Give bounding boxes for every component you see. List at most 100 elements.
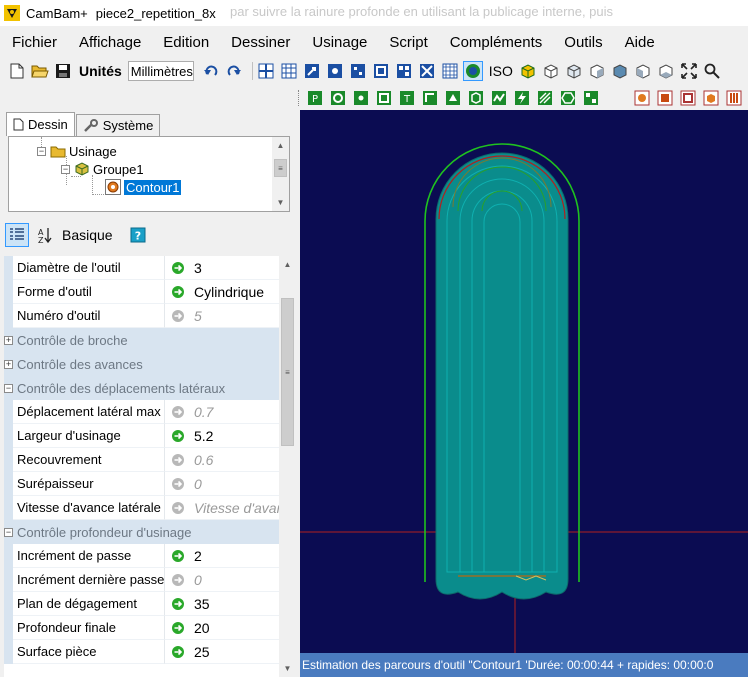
property-value[interactable]: 0 bbox=[165, 472, 279, 496]
view-front-icon[interactable] bbox=[565, 62, 583, 80]
lathe-op-icon[interactable] bbox=[421, 89, 439, 107]
tree-scrollbar[interactable]: ▲ ≡ ▼ bbox=[272, 137, 289, 211]
pocket-op-icon[interactable] bbox=[329, 89, 347, 107]
expand-icon[interactable]: + bbox=[4, 359, 13, 369]
view-side-icon[interactable] bbox=[588, 62, 606, 80]
sort-alphabetical-icon[interactable]: AZ bbox=[34, 224, 56, 246]
collapse-toggle-icon[interactable]: − bbox=[61, 164, 70, 174]
collapse-toggle-icon[interactable]: − bbox=[37, 146, 46, 156]
hatch-op-icon[interactable] bbox=[536, 89, 554, 107]
show-grid-icon[interactable] bbox=[441, 62, 459, 80]
view-back-icon[interactable] bbox=[611, 62, 629, 80]
property-row[interactable]: Surface pièce 25 bbox=[4, 640, 279, 664]
help-icon[interactable]: ? bbox=[127, 224, 149, 246]
units-select[interactable]: Millimètres▼ bbox=[127, 61, 194, 81]
scroll-up-icon[interactable]: ▲ bbox=[279, 256, 296, 273]
property-row[interactable]: Plan de dégagement 35 bbox=[4, 592, 279, 616]
property-value[interactable]: 35 bbox=[165, 592, 279, 616]
property-row[interactable]: Vitesse d'avance latérale Vitesse d'avanc… bbox=[4, 496, 279, 520]
property-row[interactable]: Surépaisseur 0 bbox=[4, 472, 279, 496]
grid-icon[interactable] bbox=[280, 62, 298, 80]
property-row[interactable]: Diamètre de l'outil 3 bbox=[4, 256, 279, 280]
scroll-down-icon[interactable]: ▼ bbox=[272, 194, 289, 211]
menu-usinage[interactable]: Usinage bbox=[312, 34, 367, 51]
snap-quad-icon[interactable] bbox=[395, 62, 413, 80]
search-icon[interactable] bbox=[703, 62, 721, 80]
tree-node-contour1[interactable]: Contour1 bbox=[105, 178, 182, 196]
property-row[interactable]: Incrément dernière passe 0 bbox=[4, 568, 279, 592]
tab-dessin[interactable]: Dessin bbox=[6, 112, 75, 136]
property-row[interactable]: Forme d'outil Cylindrique bbox=[4, 280, 279, 304]
iso-view-button[interactable]: ISO bbox=[489, 63, 513, 79]
custom-value-icon[interactable] bbox=[171, 597, 185, 611]
expand-icon[interactable]: + bbox=[4, 335, 13, 345]
menu-dessiner[interactable]: Dessiner bbox=[231, 34, 290, 51]
menu-affichage[interactable]: Affichage bbox=[79, 34, 141, 51]
menu-edition[interactable]: Edition bbox=[163, 34, 209, 51]
3d-surface-op-icon[interactable] bbox=[467, 89, 485, 107]
view-left-icon[interactable] bbox=[634, 62, 652, 80]
snap-center-icon[interactable] bbox=[326, 62, 344, 80]
custom-value-icon[interactable] bbox=[171, 429, 185, 443]
engrave-op-icon[interactable] bbox=[375, 89, 393, 107]
toolbar-grip[interactable] bbox=[298, 90, 300, 106]
property-value[interactable]: Vitesse d'avance bbox=[165, 496, 279, 520]
property-row[interactable]: Largeur d'usinage 5.2 bbox=[4, 424, 279, 448]
hex-op-icon[interactable] bbox=[559, 89, 577, 107]
property-value[interactable]: 0.7 bbox=[165, 400, 279, 424]
lightning-op-icon[interactable] bbox=[513, 89, 531, 107]
property-scroll-thumb[interactable]: ≡ bbox=[281, 298, 294, 446]
custom-value-icon[interactable] bbox=[171, 549, 185, 563]
redo-icon[interactable] bbox=[225, 62, 243, 80]
zoom-fit-icon[interactable] bbox=[680, 62, 698, 80]
menu-aide[interactable]: Aide bbox=[625, 34, 655, 51]
default-value-icon[interactable] bbox=[171, 405, 185, 419]
default-value-icon[interactable] bbox=[171, 573, 185, 587]
property-row[interactable]: Déplacement latéral max 0.7 bbox=[4, 400, 279, 424]
scroll-up-icon[interactable]: ▲ bbox=[272, 137, 289, 154]
property-value[interactable]: 20 bbox=[165, 616, 279, 640]
default-value-icon[interactable] bbox=[171, 309, 185, 323]
generate-gcode-icon[interactable] bbox=[656, 89, 674, 107]
snap-intersect-icon[interactable] bbox=[418, 62, 436, 80]
snap-point-icon[interactable] bbox=[303, 62, 321, 80]
property-grid-scrollbar[interactable]: ▲ ≡ ▼ bbox=[279, 256, 296, 677]
default-value-icon[interactable] bbox=[171, 477, 185, 491]
tree-node-usinage[interactable]: − Usinage bbox=[37, 142, 117, 160]
view-bottom-icon[interactable] bbox=[657, 62, 675, 80]
custom-value-icon[interactable] bbox=[171, 645, 185, 659]
menu-script[interactable]: Script bbox=[389, 34, 427, 51]
undo-icon[interactable] bbox=[202, 62, 220, 80]
property-value[interactable]: 5 bbox=[165, 304, 279, 328]
property-value[interactable]: 25 bbox=[165, 640, 279, 664]
collapse-icon[interactable]: − bbox=[4, 527, 13, 537]
post-processor-icon[interactable] bbox=[725, 89, 743, 107]
categorized-view-icon[interactable] bbox=[5, 223, 29, 247]
scroll-down-icon[interactable]: ▼ bbox=[279, 660, 296, 677]
property-value[interactable]: Cylindrique bbox=[165, 280, 279, 304]
3d-profile-op-icon[interactable] bbox=[444, 89, 462, 107]
view-3d-icon[interactable] bbox=[519, 62, 537, 80]
snap-end-icon[interactable] bbox=[372, 62, 390, 80]
property-row[interactable]: Numéro d'outil 5 bbox=[4, 304, 279, 328]
property-value[interactable]: 0.6 bbox=[165, 448, 279, 472]
drawing-view[interactable] bbox=[300, 110, 748, 653]
menu-complements[interactable]: Compléments bbox=[450, 34, 543, 51]
property-value[interactable]: 2 bbox=[165, 544, 279, 568]
custom-value-icon[interactable] bbox=[171, 285, 185, 299]
tab-systeme[interactable]: Système bbox=[75, 114, 161, 136]
text-op-icon[interactable]: T bbox=[398, 89, 416, 107]
nesting-op-icon[interactable] bbox=[582, 89, 600, 107]
property-value[interactable]: 0 bbox=[165, 568, 279, 592]
save-icon[interactable] bbox=[54, 62, 72, 80]
waterline-op-icon[interactable] bbox=[490, 89, 508, 107]
simulate-icon[interactable] bbox=[679, 89, 697, 107]
view-top-icon[interactable] bbox=[542, 62, 560, 80]
drill-op-icon[interactable] bbox=[352, 89, 370, 107]
collapse-icon[interactable]: − bbox=[4, 383, 13, 393]
property-value[interactable]: 5.2 bbox=[165, 424, 279, 448]
property-row[interactable]: Recouvrement 0.6 bbox=[4, 448, 279, 472]
default-value-icon[interactable] bbox=[171, 501, 185, 515]
property-category[interactable]: − Contrôle des déplacements latéraux bbox=[4, 376, 279, 400]
drawing-canvas[interactable] bbox=[300, 110, 748, 653]
